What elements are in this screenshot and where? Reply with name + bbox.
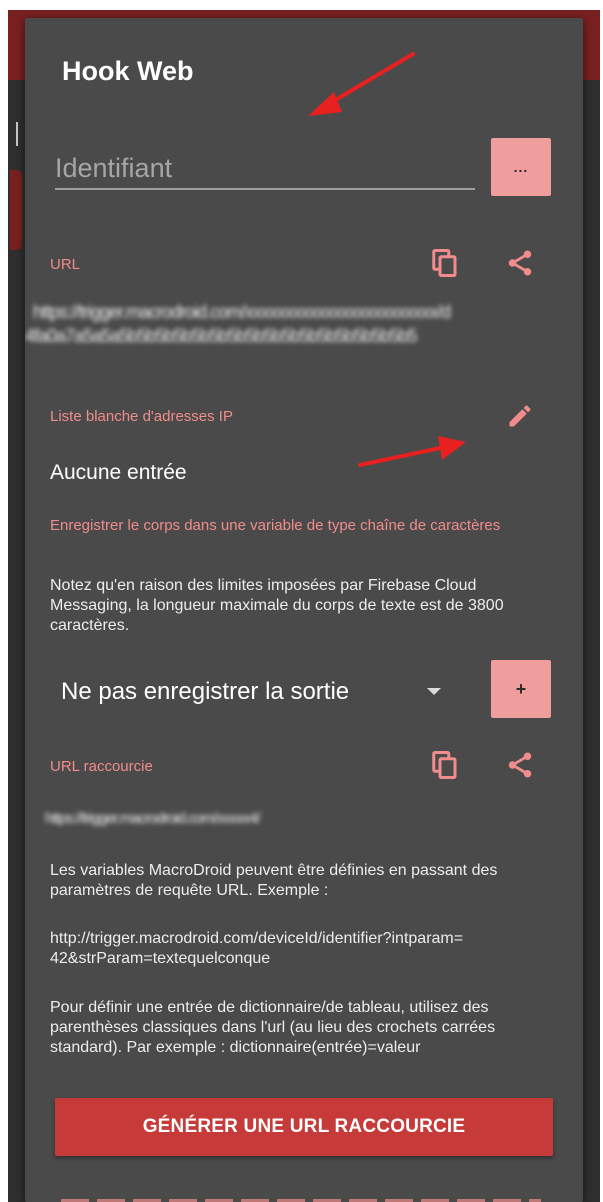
save-body-label: Enregistrer le corps dans une variable d…	[50, 517, 501, 534]
dropdown-caret-icon[interactable]	[427, 688, 441, 695]
ip-whitelist-label: Liste blanche d'adresses IP	[50, 408, 233, 425]
ip-whitelist-value: Aucune entrée	[50, 461, 187, 484]
dialog-title: Hook Web	[62, 56, 194, 86]
variables-info-text: Les variables MacroDroid peuvent être dé…	[50, 862, 498, 899]
example-url-line-2: 42&strParam=textequelconque	[50, 950, 271, 967]
identifier-more-button[interactable]: ...	[491, 138, 551, 196]
url-value-line-1: https://trigger.macrodroid.com/xxxxxxxxx…	[33, 302, 451, 322]
short-url-value: https://trigger.macrodroid.com/xxxxx4/	[45, 810, 261, 827]
edit-pencil-icon[interactable]	[505, 401, 535, 431]
url-label: URL	[50, 256, 81, 273]
save-body-note: Notez qu'en raison des limites imposées …	[50, 577, 504, 634]
share-icon[interactable]	[505, 248, 535, 278]
example-url-line-1: http://trigger.macrodroid.com/deviceId/i…	[50, 930, 464, 947]
short-url-copy-icon[interactable]	[430, 750, 460, 780]
short-url-share-icon[interactable]	[505, 750, 535, 780]
background-edge-chip	[10, 170, 22, 250]
generate-short-url-button[interactable]: GÉNÉRER UNE URL RACCOURCIE	[55, 1098, 553, 1156]
url-value-line-2: 4fa0a7a5a5a5b5b5b5b5b5b5b5b5b5b5b5b5b5b5…	[25, 326, 417, 346]
output-dropdown[interactable]: Ne pas enregistrer la sortie	[61, 678, 349, 706]
dictionary-info-text: Pour définir une entrée de dictionnaire/…	[50, 999, 496, 1056]
short-url-label: URL raccourcie	[50, 758, 153, 775]
clipped-footer-text	[61, 1188, 541, 1202]
add-output-button[interactable]: +	[491, 660, 551, 718]
copy-icon[interactable]	[430, 248, 460, 278]
identifier-input[interactable]	[55, 148, 475, 190]
hook-web-dialog: Hook Web ... URL https://trigger.macrodr…	[25, 18, 583, 1202]
